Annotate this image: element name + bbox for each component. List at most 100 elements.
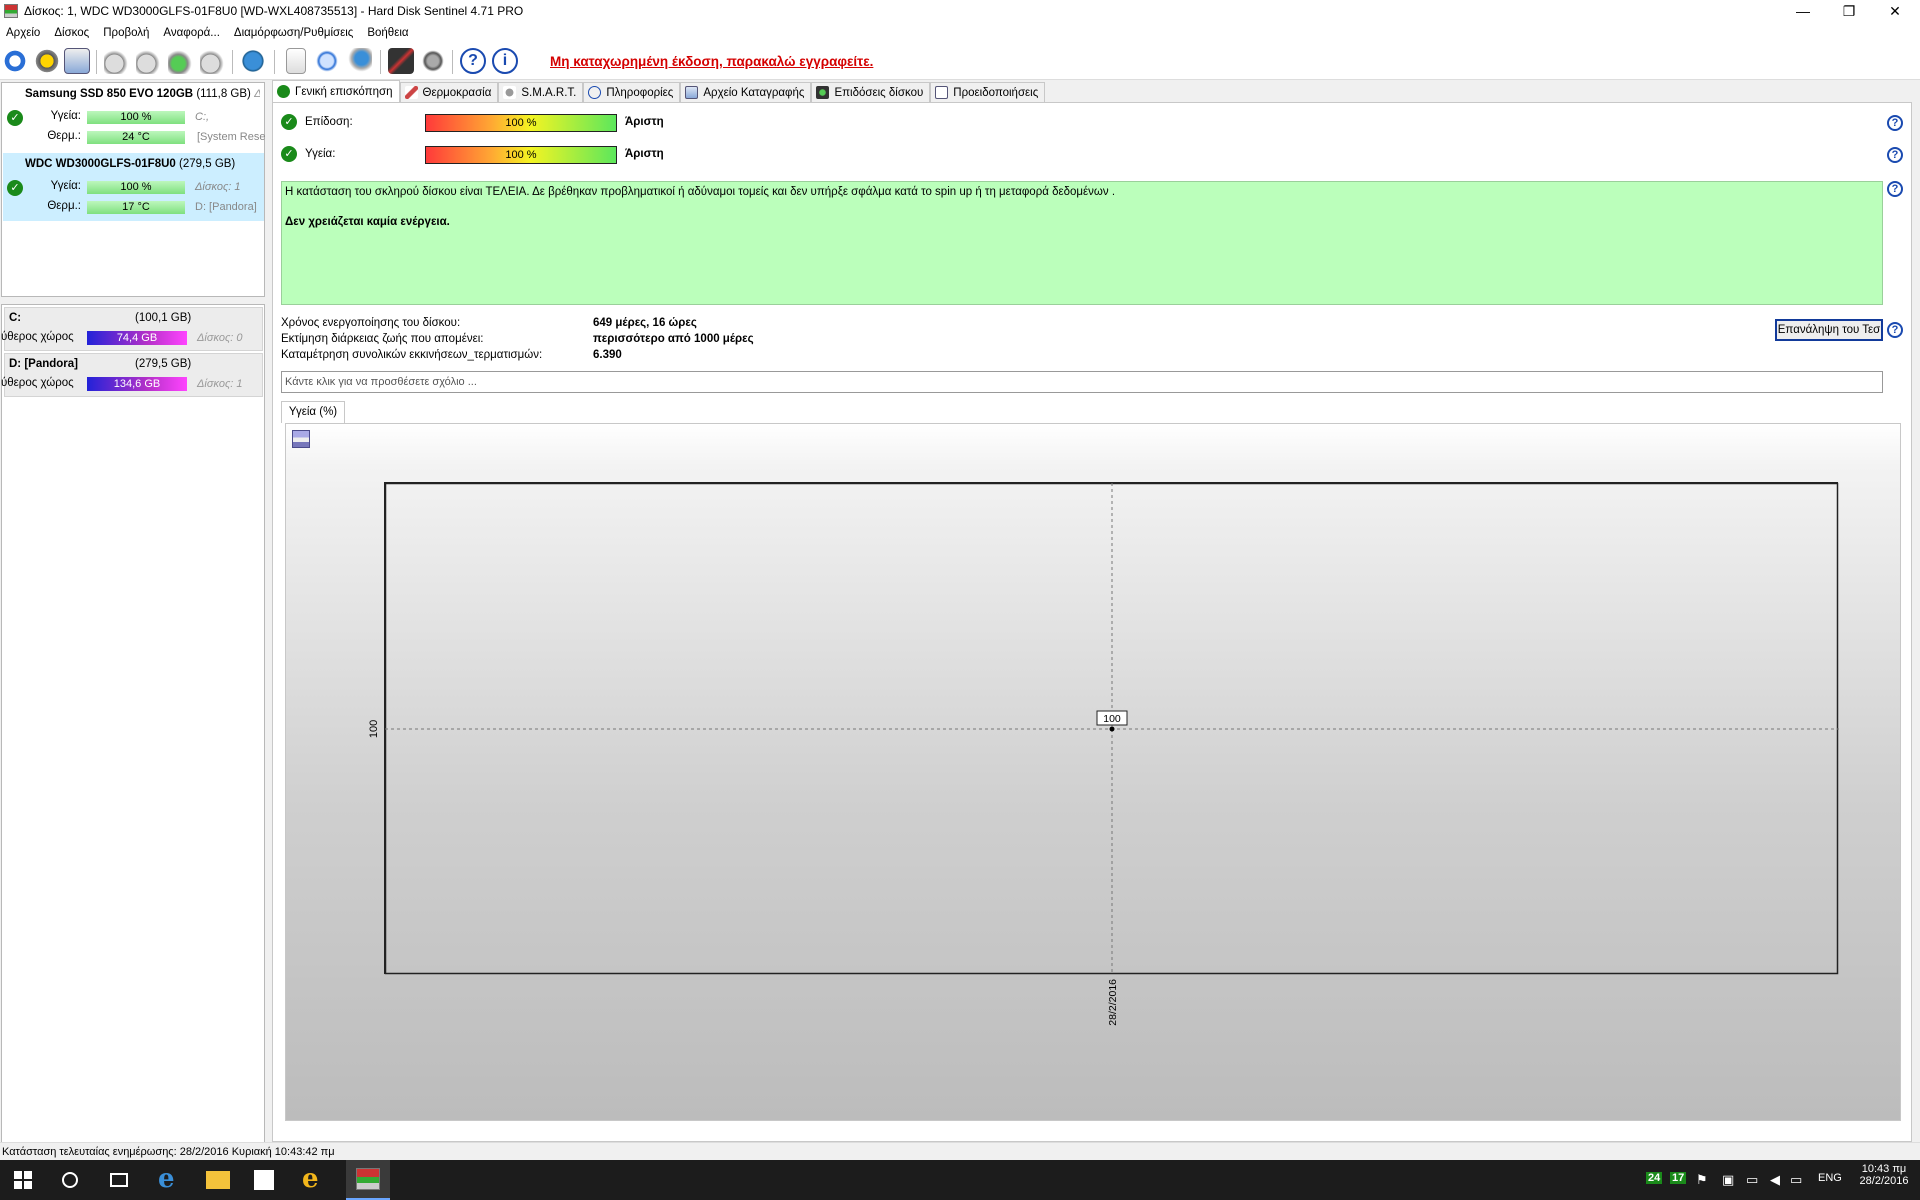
menu-report[interactable]: Αναφορά... bbox=[156, 27, 227, 39]
maximize-button[interactable]: ❐ bbox=[1826, 0, 1872, 22]
file-explorer-icon[interactable] bbox=[206, 1171, 230, 1189]
surface-test-icon[interactable] bbox=[136, 48, 162, 74]
menu-view[interactable]: Προβολή bbox=[96, 27, 156, 39]
tab-label: Αρχείο Καταγραφής bbox=[703, 86, 805, 99]
unregistered-link[interactable]: Μη καταχωρημένη έκδοση, παρακαλώ εγγραφε… bbox=[550, 54, 873, 69]
tab-performance[interactable]: Επιδόσεις δίσκου bbox=[811, 82, 931, 102]
thermometer-icon bbox=[404, 86, 418, 99]
health-check-icon[interactable] bbox=[168, 48, 194, 74]
tray-temp-1[interactable]: 24 bbox=[1646, 1172, 1663, 1184]
save-icon[interactable] bbox=[292, 430, 310, 448]
partition-list: C: (100,1 GB) ύθερος χώρος 74,4 GB Δίσκο… bbox=[1, 304, 265, 1200]
data-point bbox=[1109, 726, 1115, 732]
free-space-label: ύθερος χώρος bbox=[1, 377, 74, 389]
toolbar-separator bbox=[96, 50, 97, 74]
hard-disk-sentinel-task[interactable] bbox=[346, 1160, 390, 1200]
edge-icon[interactable]: e bbox=[158, 1164, 182, 1194]
disk-test-icon[interactable] bbox=[104, 48, 130, 74]
performance-label: Επίδοση: bbox=[305, 116, 353, 128]
disk-item-samsung[interactable]: Samsung SSD 850 EVO 120GB (111,8 GB) Δί … bbox=[3, 83, 266, 151]
lifetime-value: περισσότερο από 1000 μέρες bbox=[593, 333, 754, 345]
partition-disk: Δίσκος: 0 bbox=[197, 332, 243, 344]
free-space-bar: 134,6 GB bbox=[87, 377, 187, 391]
windows-start-icon[interactable] bbox=[14, 1171, 32, 1189]
status-bar: Κατάσταση τελευταίας ενημέρωσης: 28/2/20… bbox=[0, 1142, 1920, 1160]
menu-disk[interactable]: Δίσκος bbox=[47, 27, 96, 39]
window-title: Δίσκος: 1, WDC WD3000GLFS-01F8U0 [WD-WXL… bbox=[24, 4, 524, 18]
help-icon[interactable]: ? bbox=[1887, 147, 1903, 163]
help-icon[interactable]: ? bbox=[1887, 322, 1903, 338]
menu-settings[interactable]: Διαμόρφωση/Ρυθμίσεις bbox=[227, 27, 360, 39]
menu-help[interactable]: Βοήθεια bbox=[360, 27, 415, 39]
tray-network-icon[interactable]: ▭ bbox=[1746, 1172, 1758, 1188]
clock-date: 28/2/2016 bbox=[1859, 1175, 1909, 1187]
tab-information[interactable]: Πληροφορίες bbox=[583, 82, 681, 102]
temp-label: Θερμ.: bbox=[47, 200, 81, 212]
tab-alerts[interactable]: Προειδοποιήσεις bbox=[930, 82, 1046, 102]
partition-label: [System Rese bbox=[197, 131, 266, 143]
close-button[interactable]: ✕ bbox=[1872, 0, 1918, 22]
disk-item-wdc[interactable]: WDC WD3000GLFS-01F8U0 (279,5 GB) ✓ Υγεία… bbox=[3, 153, 264, 221]
disk-report-icon[interactable] bbox=[64, 48, 90, 74]
warning-disk-icon[interactable] bbox=[34, 48, 60, 74]
settings-icon[interactable] bbox=[420, 48, 446, 74]
tray-chat-icon[interactable]: ▭ bbox=[1790, 1172, 1802, 1188]
free-space-label: ύθερος χώρος bbox=[1, 331, 74, 343]
help-icon[interactable]: ? bbox=[460, 48, 486, 74]
tab-label: Επιδόσεις δίσκου bbox=[834, 86, 924, 99]
toolbar-separator bbox=[232, 50, 233, 74]
repeat-test-button[interactable]: Επανάληψη του Τεσ bbox=[1775, 319, 1883, 341]
tab-overview[interactable]: Γενική επισκόπηση bbox=[272, 80, 400, 102]
search-icon[interactable] bbox=[62, 1172, 78, 1188]
main-panel: Γενική επισκόπηση Θερμοκρασία S.M.A.R.T.… bbox=[272, 80, 1920, 1142]
disk-list: Samsung SSD 850 EVO 120GB (111,8 GB) Δί … bbox=[1, 82, 265, 297]
document-icon[interactable] bbox=[286, 48, 306, 74]
minimize-button[interactable]: — bbox=[1780, 0, 1826, 22]
menu-file[interactable]: Αρχείο bbox=[0, 27, 47, 39]
store-icon[interactable] bbox=[254, 1170, 274, 1190]
tab-bar: Γενική επισκόπηση Θερμοκρασία S.M.A.R.T.… bbox=[272, 80, 1046, 102]
backup-icon[interactable] bbox=[314, 48, 340, 74]
tray-flag-icon[interactable]: ⚑ bbox=[1696, 1172, 1708, 1188]
temp-bar: 17 °C bbox=[87, 201, 185, 214]
overview-content: ✓ Επίδοση: 100 % Άριστη ? ✓ Υγεία: 100 %… bbox=[272, 102, 1912, 1142]
tab-health-chart[interactable]: Υγεία (%) bbox=[281, 401, 345, 423]
volume-icon[interactable]: ◀ bbox=[1770, 1172, 1780, 1188]
tab-log[interactable]: Αρχείο Καταγραφής bbox=[680, 82, 812, 102]
left-panel: Samsung SSD 850 EVO 120GB (111,8 GB) Δί … bbox=[0, 82, 266, 1200]
disk-name: Samsung SSD 850 EVO 120GB (111,8 GB) Δί bbox=[25, 88, 260, 100]
health-bar: 100 % bbox=[87, 181, 185, 194]
partition-size: (100,1 GB) bbox=[135, 312, 192, 324]
task-view-icon[interactable] bbox=[110, 1173, 128, 1187]
partition-label: D: [Pandora] bbox=[195, 201, 257, 213]
performance-ok-icon: ✓ bbox=[281, 114, 297, 130]
comment-input[interactable]: Κάντε κλικ για να προσθέσετε σχόλιο ... bbox=[281, 371, 1883, 393]
temp-label: Θερμ.: bbox=[47, 130, 81, 142]
health-chart-area: 100 100 28/2/2016 bbox=[285, 423, 1901, 1121]
alert-document-icon bbox=[935, 86, 949, 99]
network-icon[interactable] bbox=[346, 48, 372, 74]
tab-smart[interactable]: S.M.A.R.T. bbox=[498, 82, 584, 102]
globe-icon[interactable] bbox=[240, 48, 266, 74]
clock[interactable]: 10:43 πμ 28/2/2016 bbox=[1856, 1163, 1912, 1187]
health-chart: 100 100 28/2/2016 bbox=[368, 482, 1839, 1026]
info-icon[interactable]: i bbox=[492, 48, 518, 74]
status-action: Δεν χρειάζεται καμία ενέργεια. bbox=[285, 216, 450, 228]
health-label: Υγεία: bbox=[305, 148, 336, 160]
benchmark-icon[interactable] bbox=[388, 48, 414, 74]
refresh-icon[interactable] bbox=[2, 48, 28, 74]
app-icon bbox=[4, 4, 18, 18]
help-icon[interactable]: ? bbox=[1887, 115, 1903, 131]
toolbar: ? i Μη καταχωρημένη έκδοση, παρακαλώ εγγ… bbox=[0, 44, 1920, 80]
language-indicator[interactable]: ENG bbox=[1818, 1172, 1842, 1184]
partition-item-c[interactable]: C: (100,1 GB) ύθερος χώρος 74,4 GB Δίσκο… bbox=[1, 307, 263, 351]
tray-antivirus-icon[interactable]: ▣ bbox=[1722, 1172, 1734, 1188]
help-icon[interactable]: ? bbox=[1887, 181, 1903, 197]
log-icon bbox=[685, 86, 699, 99]
partition-item-d[interactable]: D: [Pandora] (279,5 GB) ύθερος χώρος 134… bbox=[1, 353, 263, 397]
tab-temperature[interactable]: Θερμοκρασία bbox=[399, 82, 499, 102]
tab-label: Γενική επισκόπηση bbox=[295, 85, 393, 98]
internet-explorer-icon[interactable]: e bbox=[302, 1164, 326, 1194]
disk-control-icon[interactable] bbox=[200, 48, 226, 74]
tray-temp-2[interactable]: 17 bbox=[1670, 1172, 1687, 1184]
